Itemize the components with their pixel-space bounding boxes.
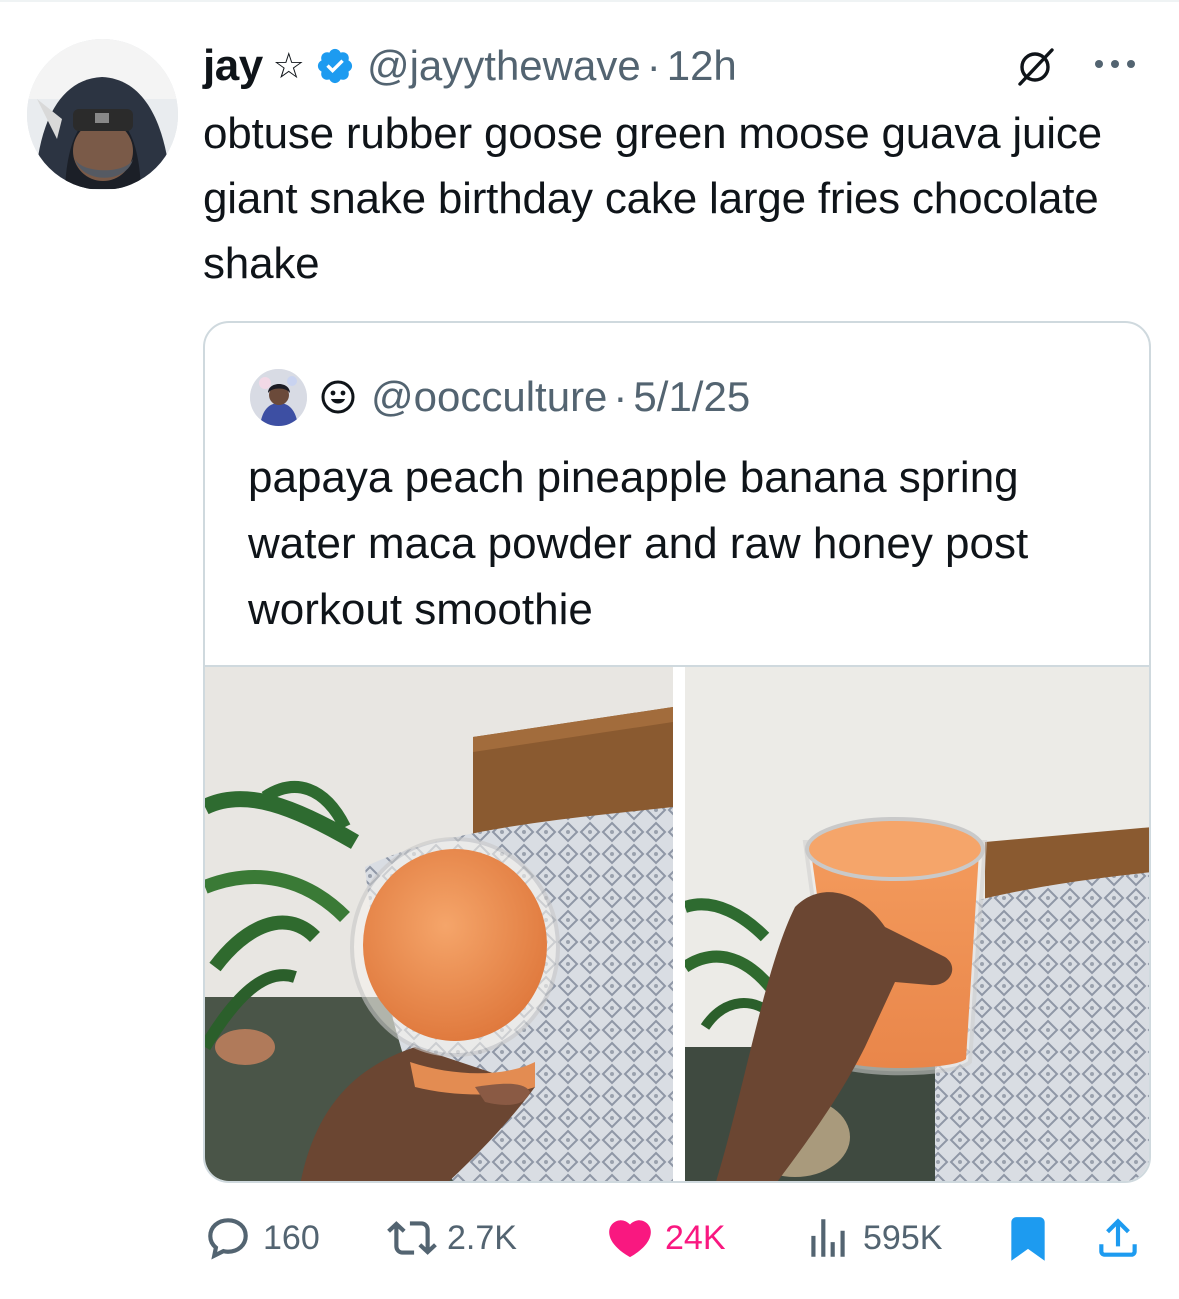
photo-divider [673, 667, 685, 1181]
verified-badge-icon [315, 46, 355, 86]
separator-dot: · [613, 373, 628, 420]
views-count: 595K [863, 1218, 943, 1257]
tweet-time[interactable]: 12h [667, 42, 737, 90]
tweet-text: obtuse rubber goose green moose guava ju… [203, 109, 1102, 288]
quoted-author-avatar[interactable] [250, 369, 307, 426]
author-name[interactable]: jay [203, 41, 263, 91]
smoothie-photo-2[interactable] [685, 667, 1149, 1181]
repost-icon [387, 1221, 437, 1255]
reply-count: 160 [263, 1218, 320, 1257]
author-avatar[interactable] [27, 39, 178, 190]
repost-button[interactable]: 2.7K [387, 1210, 517, 1266]
quoted-tweet[interactable]: @oocculture · 5/1/25 papaya peach pineap… [203, 321, 1151, 1183]
star-emoji: ☆ [272, 45, 305, 86]
like-button[interactable]: 24K [605, 1210, 726, 1266]
views-icon [811, 1219, 845, 1257]
bookmark-button[interactable] [1003, 1210, 1053, 1266]
quoted-author-handle[interactable]: @oocculture [371, 373, 607, 421]
tweet-header: jay ☆ @jayythewave · 12h [203, 38, 737, 94]
top-divider [0, 0, 1179, 2]
action-bar: 160 2.7K 24K 595K [203, 1210, 1153, 1266]
more-icon[interactable] [1085, 54, 1145, 74]
quoted-date[interactable]: 5/1/25 [633, 373, 750, 421]
share-icon [1099, 1218, 1137, 1257]
reply-button[interactable]: 160 [203, 1210, 320, 1266]
quoted-header: @oocculture · 5/1/25 [371, 371, 750, 423]
smiley-badge-icon [321, 380, 355, 414]
smoothie-photo-1[interactable] [205, 667, 673, 1181]
reply-icon [208, 1218, 248, 1260]
bookmark-icon [1011, 1217, 1045, 1261]
grok-icon[interactable] [1012, 44, 1058, 90]
heart-icon [609, 1220, 651, 1258]
quoted-text: papaya peach pineapple banana spring wat… [248, 453, 1029, 634]
share-button[interactable] [1093, 1210, 1143, 1266]
separator-dot: · [646, 42, 661, 89]
author-handle[interactable]: @jayythewave [367, 42, 641, 90]
like-count: 24K [665, 1218, 726, 1257]
views-button[interactable]: 595K [803, 1210, 942, 1266]
repost-count: 2.7K [447, 1218, 517, 1257]
quoted-media [205, 665, 1149, 1181]
